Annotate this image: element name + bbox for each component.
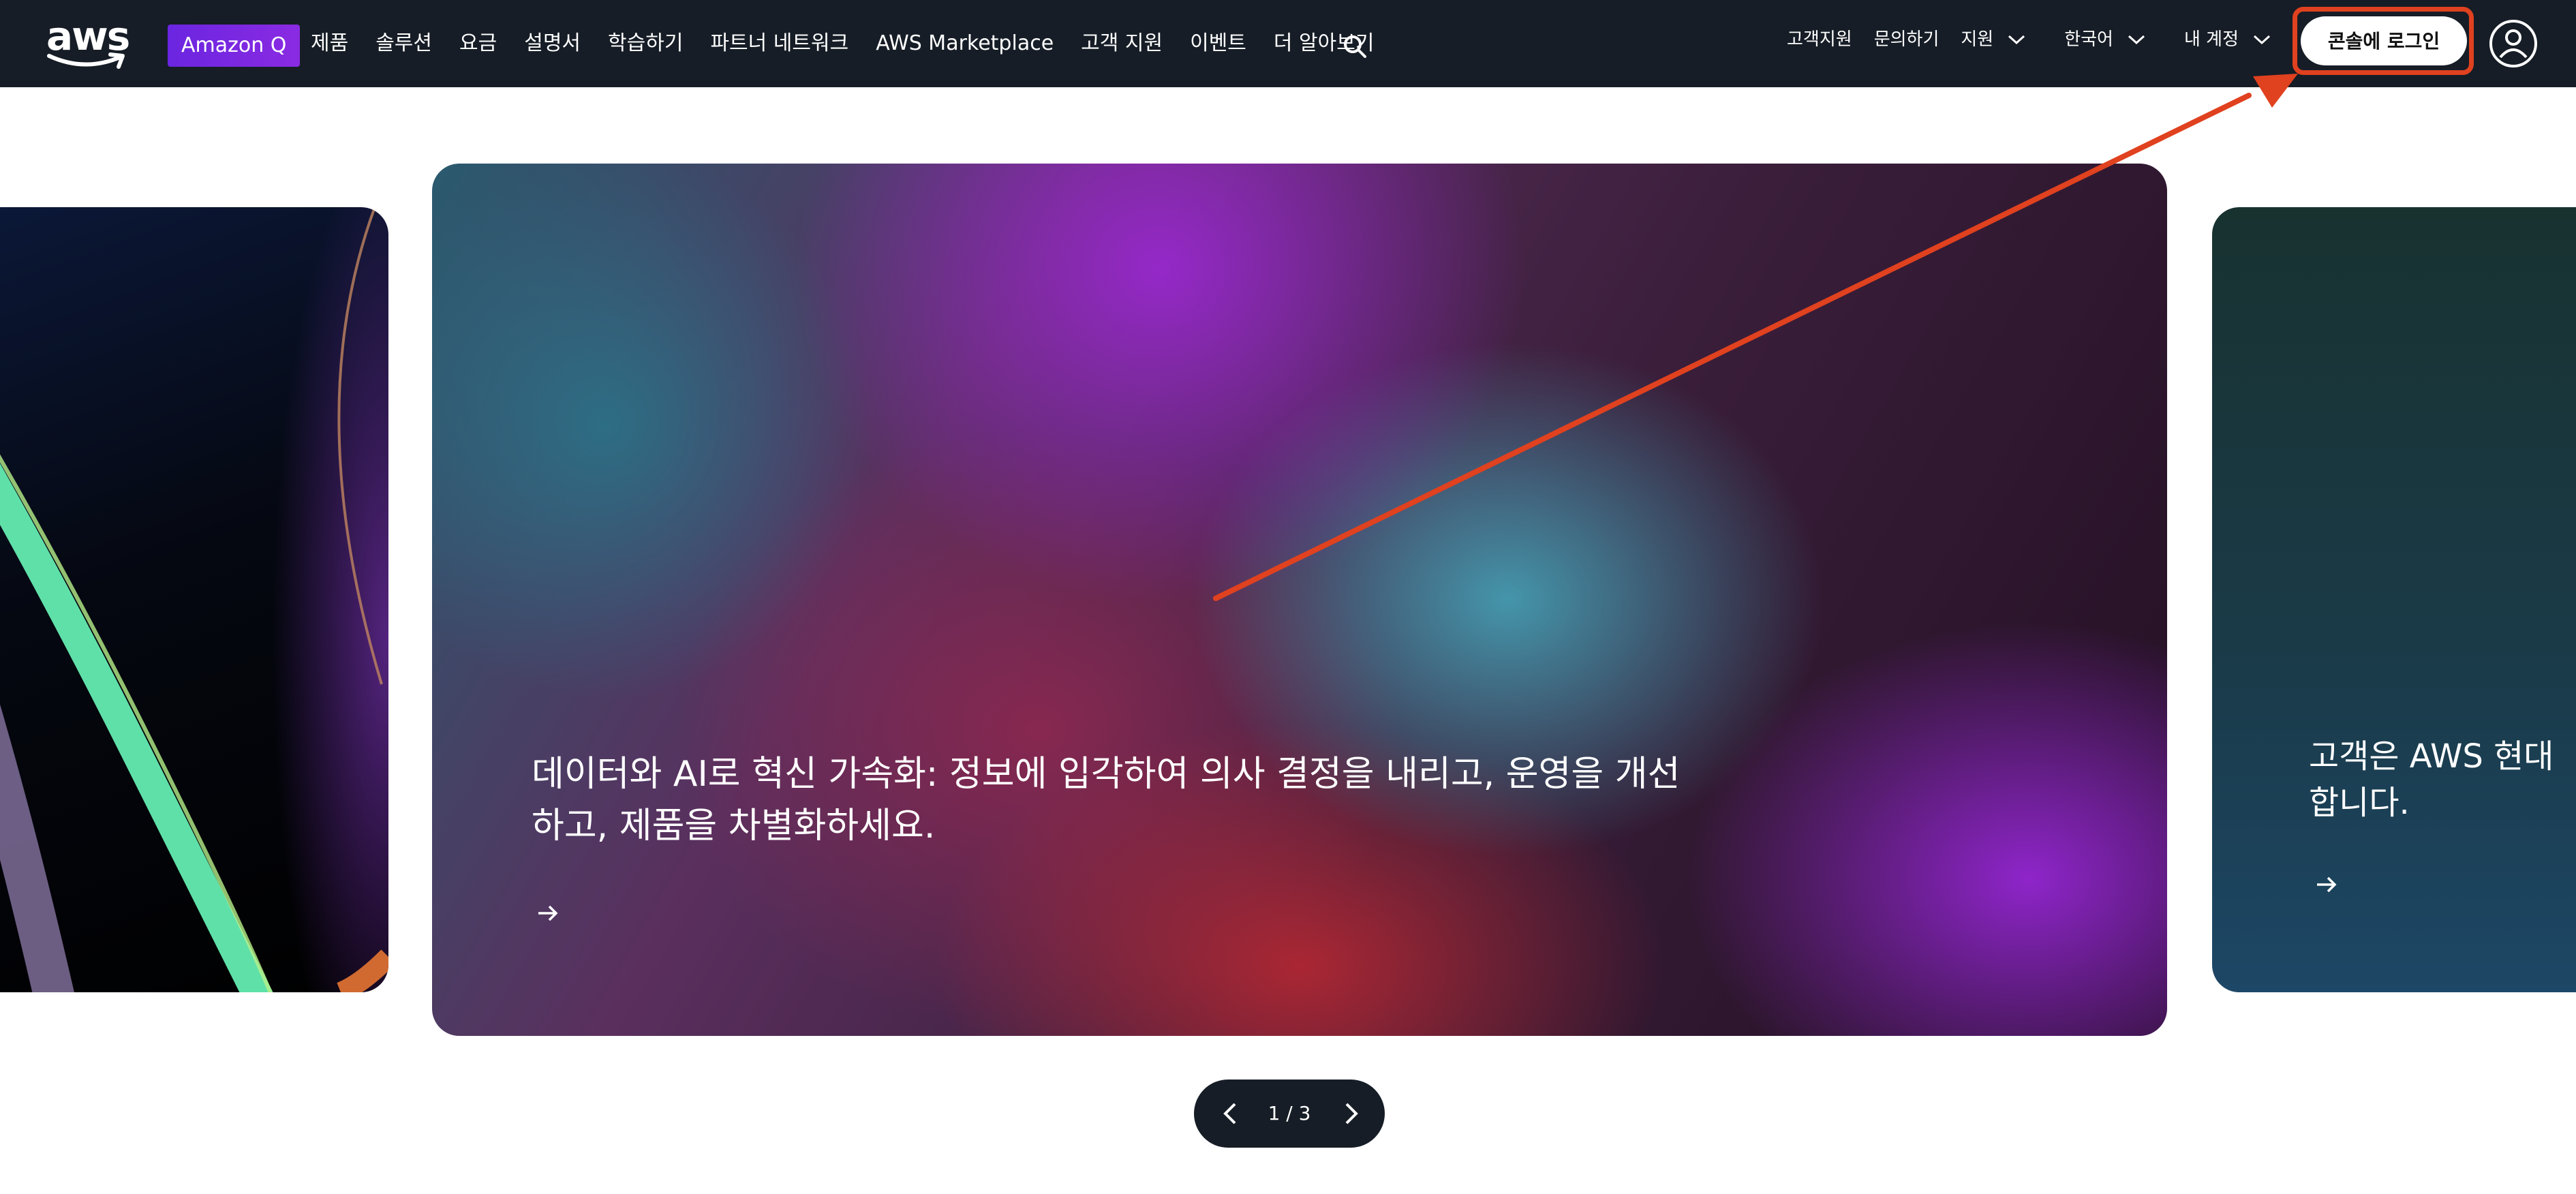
aws-logo-text: aws [46,13,130,59]
chevron-down-icon [2128,35,2145,45]
nav-item-customer-enablement[interactable]: 고객 지원 [1081,30,1163,57]
chevron-right-icon[interactable] [1337,1100,1364,1127]
aws-smile-icon [47,52,125,69]
pager-count: 1 / 3 [1268,1102,1311,1124]
nav-item-partner-network[interactable]: 파트너 네트워크 [710,30,848,57]
customer-support-link[interactable]: 고객지원 [1787,26,1852,53]
language-menu[interactable]: 한국어 [2064,26,2146,53]
nav-item-learn[interactable]: 학습하기 [608,30,683,57]
contact-us-link[interactable]: 문의하기 [1874,26,1939,53]
support-menu[interactable]: 지원 [1961,26,2026,53]
search-icon[interactable] [1341,33,1368,60]
aws-logo[interactable]: aws [46,13,130,71]
utility-nav: 고객지원 문의하기 지원 한국어 내 계정 [1787,26,2271,53]
sign-in-console-button[interactable]: 콘솔에 로그인 [2301,16,2467,65]
card-headline: 데이터와 AI로 혁신 가속화: 정보에 입각하여 의사 결정을 내리고, 운영… [532,754,1681,846]
abstract-ribbon-graphic [0,207,388,992]
nav-item-solutions[interactable]: 솔루션 [375,30,432,57]
arrow-right-icon[interactable] [536,901,560,925]
carousel-card-previous[interactable] [0,207,388,992]
card-headline-next-line2: 합니다. [2309,784,2410,822]
language-menu-label: 한국어 [2064,29,2113,50]
top-nav: aws Amazon Q 제품 솔루션 요금 설명서 학습하기 파트너 네트워크… [0,0,2576,87]
card-headline-next-line1: 고객은 AWS 현대 [2309,737,2554,776]
chevron-down-icon [2254,35,2271,45]
carousel-card-current[interactable]: 데이터와 AI로 혁신 가속화: 정보에 입각하여 의사 결정을 내리고, 운영… [432,164,2167,1036]
nav-item-marketplace[interactable]: AWS Marketplace [876,30,1054,57]
carousel-pager: 1 / 3 [1194,1080,1385,1148]
amazon-q-button[interactable]: Amazon Q [168,25,301,67]
nav-item-pricing[interactable]: 요금 [459,30,497,57]
nav-item-documentation[interactable]: 설명서 [524,30,581,57]
user-icon[interactable] [2487,18,2539,70]
main-nav: 제품 솔루션 요금 설명서 학습하기 파트너 네트워크 AWS Marketpl… [311,30,1374,57]
arrow-right-icon[interactable] [2314,872,2339,897]
nav-item-events[interactable]: 이벤트 [1190,30,1246,57]
support-menu-label: 지원 [1961,29,1994,50]
carousel-card-next[interactable]: 고객은 AWS 현대 합니다. [2212,207,2576,992]
card-headline-next: 고객은 AWS 현대 합니다. [2309,733,2576,826]
my-account-menu[interactable]: 내 계정 [2184,26,2271,53]
nav-item-products[interactable]: 제품 [311,30,348,57]
chevron-left-icon[interactable] [1217,1100,1244,1127]
chevron-down-icon [2008,35,2025,45]
my-account-label: 내 계정 [2183,29,2239,50]
